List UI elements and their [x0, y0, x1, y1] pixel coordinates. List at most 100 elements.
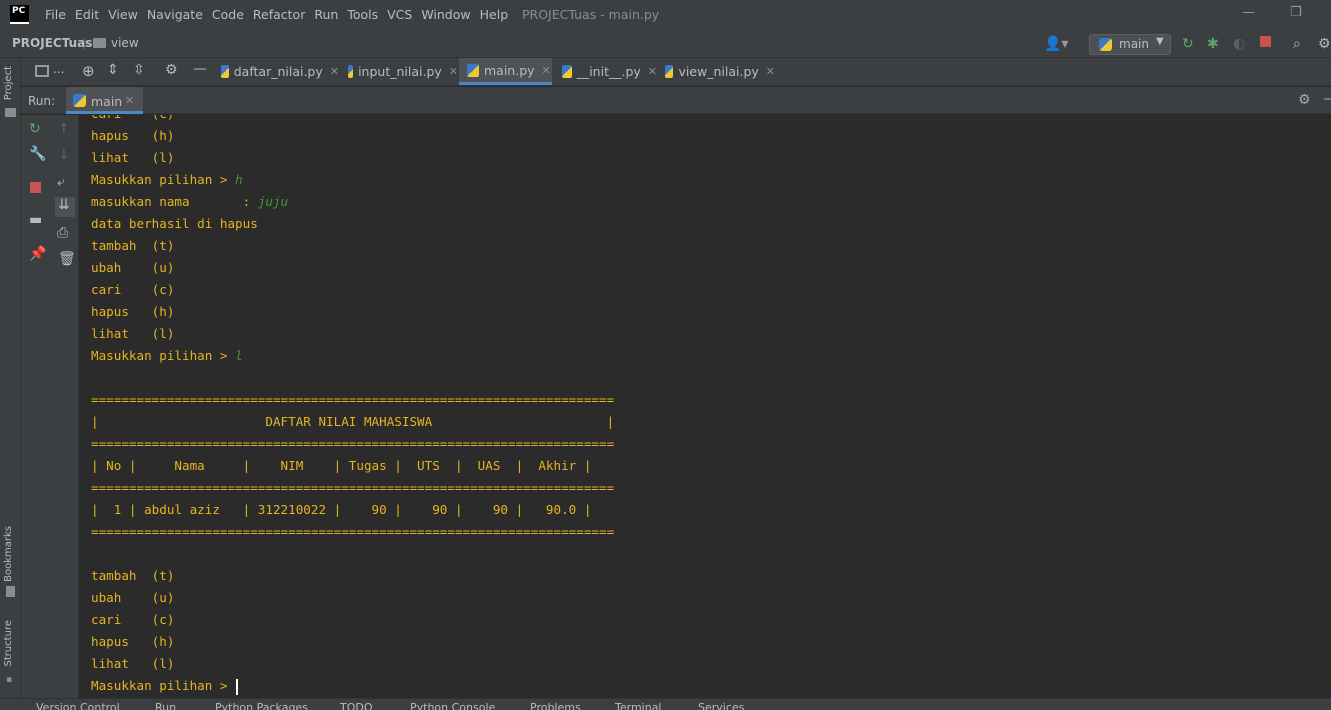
menu-view[interactable]: View: [108, 7, 138, 22]
project-tool-tab[interactable]: Project: [3, 66, 14, 100]
structure-icon: ▪: [6, 675, 13, 685]
close-icon[interactable]: ✕: [542, 64, 551, 77]
scroll-to-end-icon[interactable]: ⇊: [55, 197, 75, 217]
status-todo[interactable]: TODO: [340, 701, 373, 710]
console-line-text: ubah (u): [91, 260, 175, 275]
wrench-icon[interactable]: 🔧: [29, 146, 46, 162]
menu-edit[interactable]: Edit: [75, 7, 99, 22]
window-icon[interactable]: [35, 65, 49, 77]
console-line-text: cari (c): [91, 115, 174, 121]
console-line: lihat (l): [91, 147, 614, 169]
structure-tool-tab[interactable]: Structure: [3, 620, 14, 667]
tab-main[interactable]: main.py ✕: [459, 58, 552, 85]
status-python-console[interactable]: Python Console: [410, 701, 495, 710]
menu-help[interactable]: Help: [480, 7, 509, 22]
breadcrumb-view[interactable]: view: [111, 36, 139, 50]
up-arrow-icon[interactable]: ↑: [58, 121, 70, 137]
close-icon[interactable]: ✕: [648, 65, 657, 78]
console-line-text: lihat (l): [91, 150, 175, 165]
console-line: cari (c): [91, 115, 614, 125]
console-line: ubah (u): [91, 587, 614, 609]
stop-icon[interactable]: [30, 182, 41, 193]
expand-all-icon[interactable]: ⇕: [107, 62, 119, 78]
layout-icon[interactable]: ▬: [29, 212, 42, 228]
console-line-text: hapus (h): [91, 304, 175, 319]
console-line: hapus (h): [91, 631, 614, 653]
run-config-select[interactable]: main ▼: [1089, 34, 1171, 55]
debug-icon[interactable]: ✱: [1207, 36, 1219, 52]
console-line-text: | DAFTAR NILAI MAHASISWA |: [91, 414, 615, 429]
bookmark-icon: [6, 586, 15, 597]
tab-input-nilai[interactable]: input_nilai.py ✕: [348, 58, 458, 85]
gear-icon[interactable]: ⚙: [165, 62, 178, 78]
stop-icon[interactable]: [1260, 36, 1271, 47]
print-icon[interactable]: ⎙: [57, 225, 68, 241]
search-icon[interactable]: ⌕: [1293, 36, 1301, 52]
console-prompt-line[interactable]: Masukkan pilihan >: [91, 675, 614, 697]
menu-run[interactable]: Run: [314, 7, 338, 22]
collapse-all-icon[interactable]: ⇳: [133, 62, 145, 78]
console-line-text: | 1 | abdul aziz | 312210022 | 90 | 90 |…: [91, 502, 592, 517]
close-icon[interactable]: ✕: [125, 94, 134, 107]
tab-daftar-nilai[interactable]: daftar_nilai.py ✕: [221, 58, 339, 85]
user-icon[interactable]: 👤▾: [1044, 36, 1068, 52]
bookmarks-tool-tab[interactable]: Bookmarks: [3, 526, 14, 582]
console-line: ========================================…: [91, 389, 614, 411]
coverage-icon[interactable]: ◐: [1233, 36, 1245, 52]
console-line-text: Masukkan pilihan >: [91, 172, 236, 187]
close-icon[interactable]: ✕: [449, 65, 458, 78]
menu-navigate[interactable]: Navigate: [147, 7, 203, 22]
console-prompt: Masukkan pilihan >: [91, 678, 236, 693]
settings-icon[interactable]: ⚙: [1318, 36, 1331, 52]
gear-icon[interactable]: ⚙: [1298, 92, 1311, 108]
tab-init[interactable]: __init__.py ✕: [562, 58, 657, 85]
console-line-text: tambah (t): [91, 238, 175, 253]
menu-code[interactable]: Code: [212, 7, 244, 22]
console-line-text: Masukkan pilihan >: [91, 348, 236, 363]
console-line: lihat (l): [91, 323, 614, 345]
console-user-input: juju: [257, 194, 289, 209]
menu-window[interactable]: Window: [421, 7, 470, 22]
close-icon[interactable]: ✕: [330, 65, 339, 78]
menu-tools[interactable]: Tools: [347, 7, 378, 22]
menu-file[interactable]: File: [45, 7, 66, 22]
breadcrumb-project[interactable]: PROJECTuas: [12, 36, 92, 50]
console-output[interactable]: cari (c) hapus (h) lihat (l) Masukkan pilih…: [80, 115, 1331, 698]
restore-icon[interactable]: ❐: [1290, 5, 1302, 20]
pin-icon[interactable]: 📌: [29, 246, 46, 262]
console-line: | No | Nama | NIM | Tugas | UTS | UAS | …: [91, 455, 614, 477]
tab-view-nilai[interactable]: view_nilai.py ✕: [665, 58, 775, 85]
crosshair-icon[interactable]: ⊕: [82, 62, 95, 80]
console-line: | DAFTAR NILAI MAHASISWA |: [91, 411, 614, 433]
project-view-dropdown[interactable]: ...: [53, 62, 64, 76]
python-file-icon: [348, 65, 354, 78]
run-tab-main[interactable]: main ✕: [66, 87, 143, 114]
tab-label: view_nilai.py: [678, 64, 759, 79]
hide-icon[interactable]: —: [193, 61, 207, 77]
soft-wrap-icon[interactable]: ⤶: [57, 174, 65, 190]
minimize-icon[interactable]: —: [1242, 5, 1255, 20]
status-version-control[interactable]: Version Control: [36, 701, 120, 710]
down-arrow-icon[interactable]: ↓: [58, 147, 70, 163]
status-terminal[interactable]: Terminal: [615, 701, 662, 710]
hide-icon[interactable]: —: [1323, 91, 1331, 107]
status-problems[interactable]: Problems: [530, 701, 581, 710]
menu-vcs[interactable]: VCS: [387, 7, 412, 22]
trash-icon[interactable]: 🗑: [58, 251, 76, 267]
console-line: lihat (l): [91, 653, 614, 675]
run-tab-label: main: [91, 94, 123, 109]
rerun-icon[interactable]: ↻: [1182, 36, 1194, 52]
run-config-label: main: [1119, 37, 1149, 51]
status-python-packages[interactable]: Python Packages: [215, 701, 308, 710]
close-icon[interactable]: ✕: [766, 65, 775, 78]
run-toolbar-secondary: ↑ ↓ ⤶ ⇊ ⎙ 🗑: [51, 115, 79, 698]
menu-refactor[interactable]: Refactor: [253, 7, 305, 22]
console-line-text: ubah (u): [91, 590, 175, 605]
status-services[interactable]: Services: [698, 701, 744, 710]
status-run[interactable]: Run: [155, 701, 176, 710]
console-line-text: tambah (t): [91, 568, 175, 583]
menu-bar: File Edit View Navigate Code Refactor Ru…: [45, 7, 517, 22]
rerun-icon[interactable]: ↻: [29, 121, 41, 137]
